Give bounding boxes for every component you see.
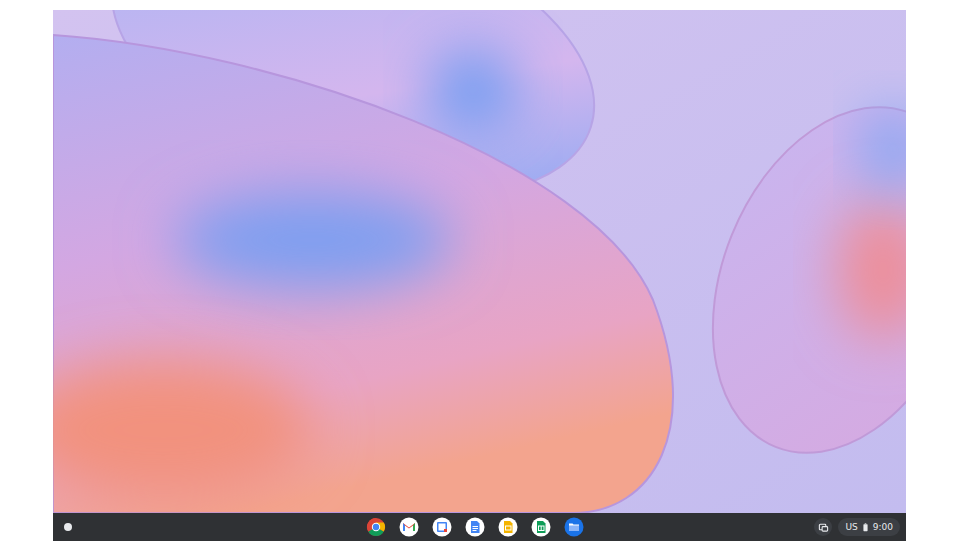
wallpaper-art-icon (53, 10, 906, 513)
battery-icon (863, 523, 868, 532)
chrome-app[interactable] (366, 517, 386, 537)
sheets-app[interactable] (531, 517, 551, 537)
pinned-apps (76, 517, 814, 537)
screen-capture-button[interactable] (814, 518, 832, 536)
chrome-icon (366, 517, 386, 537)
sheets-icon (531, 517, 551, 537)
clock: 9:00 (873, 522, 893, 533)
chromeos-screen: US 9:00 (53, 10, 906, 541)
calendar-app[interactable] (432, 517, 452, 537)
launcher-button[interactable] (60, 519, 76, 535)
slides-icon (498, 517, 518, 537)
slides-app[interactable] (498, 517, 518, 537)
launcher-circle-icon (64, 523, 72, 531)
screen-capture-icon (818, 522, 829, 533)
folder-icon (564, 517, 584, 537)
docs-app[interactable] (465, 517, 485, 537)
wallpaper (53, 10, 906, 513)
input-method: US (845, 522, 857, 533)
page: US 9:00 (0, 0, 970, 544)
status-area: US 9:00 (814, 518, 900, 536)
system-tray[interactable]: US 9:00 (838, 518, 900, 536)
gmail-app[interactable] (399, 517, 419, 537)
gmail-icon (399, 517, 419, 537)
shelf: US 9:00 (53, 513, 906, 541)
docs-icon (465, 517, 485, 537)
calendar-icon (432, 517, 452, 537)
files-app[interactable] (564, 517, 584, 537)
